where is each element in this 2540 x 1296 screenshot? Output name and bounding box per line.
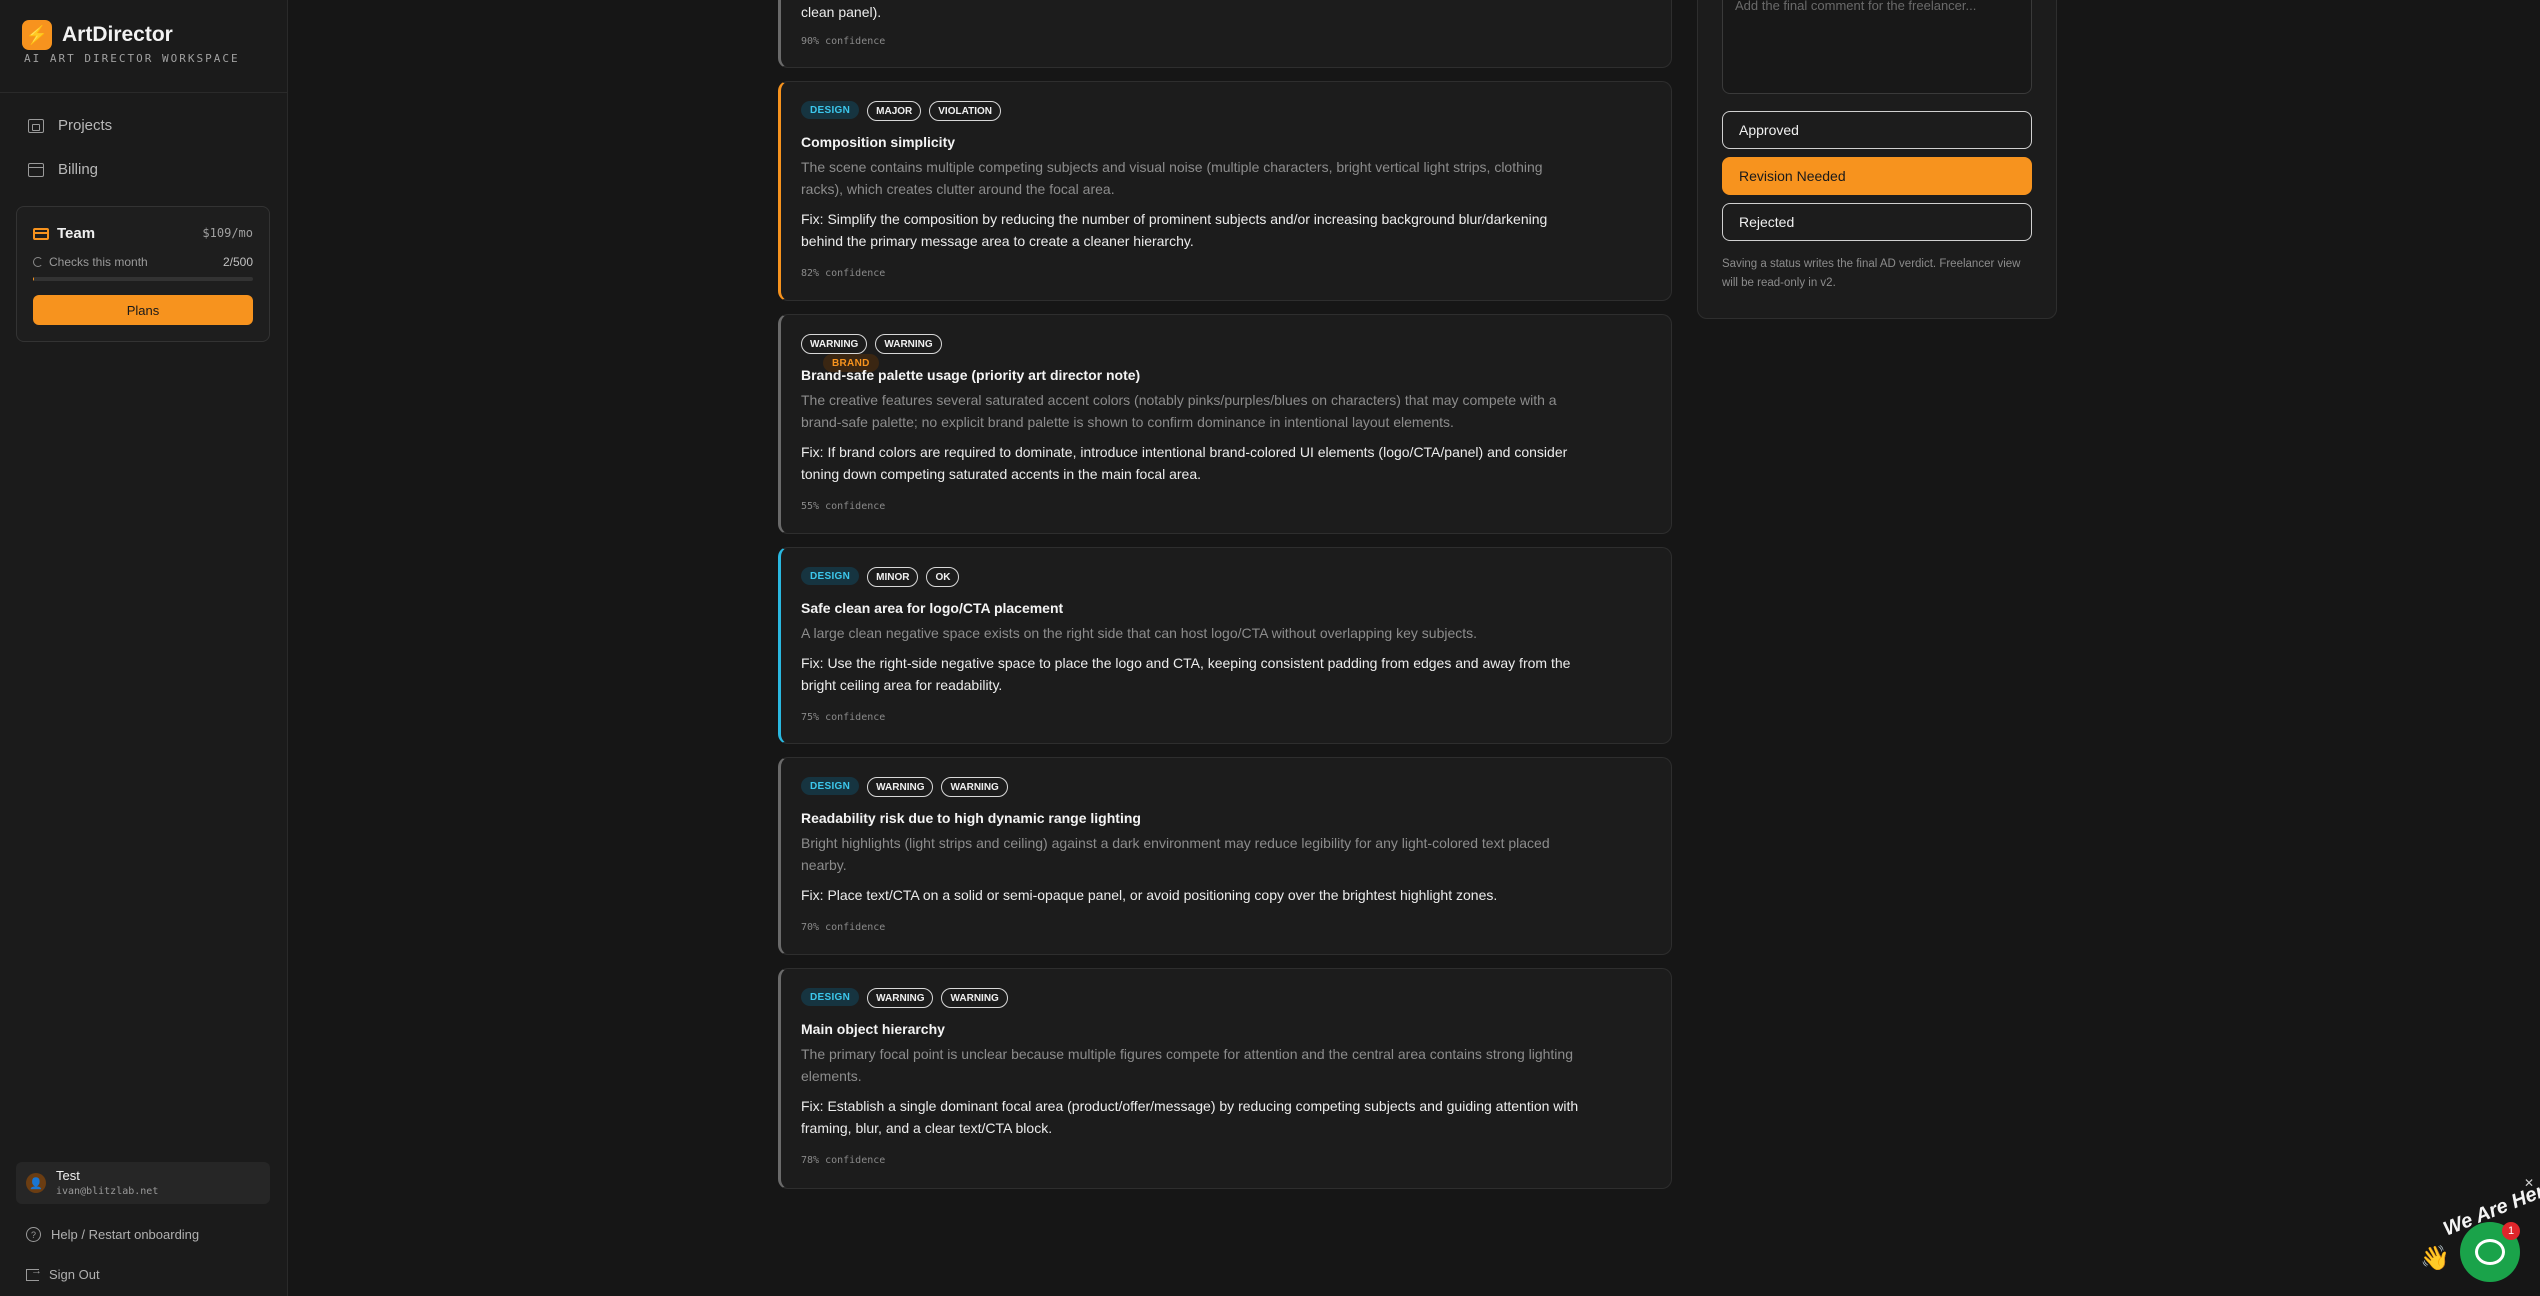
usage-progress-bar — [33, 277, 253, 281]
severity-tag: WARNING — [867, 988, 934, 1008]
issue-fix: Fix: Place text/CTA on a solid or semi-o… — [801, 887, 1498, 903]
issue-fix: Fix: If brand colors are required to dom… — [801, 444, 1568, 482]
issue-tags: DESIGN WARNING WARNING — [801, 777, 1008, 797]
issue-tags: DESIGN WARNING WARNING — [801, 988, 1008, 1008]
issue-title: Main object hierarchy — [801, 1021, 945, 1037]
issue-confidence: 82% confidence — [801, 268, 886, 279]
sidebar-divider — [0, 92, 288, 93]
brand[interactable]: ⚡ ArtDirector — [22, 20, 173, 50]
folder-icon — [28, 118, 44, 133]
user-email: ivan@blitzlab.net — [56, 1186, 159, 1197]
severity-tag: WARNING — [801, 334, 868, 354]
credit-card-icon — [33, 227, 49, 240]
issue-card: DESIGN MINOR OK Safe clean area for logo… — [778, 547, 1672, 744]
usage-progress-fill — [33, 277, 34, 281]
plan-header: Team — [33, 225, 95, 242]
checks-label: Checks this month — [49, 255, 148, 269]
user-avatar-icon: 👤 — [26, 1173, 46, 1193]
issue-title: Composition simplicity — [801, 134, 956, 150]
rejected-button[interactable]: Rejected — [1722, 203, 2032, 241]
issue-description: Bright highlights (light strips and ceil… — [801, 835, 1550, 873]
verdict-panel: Add the final comment for the freelancer… — [1697, 0, 2057, 319]
card-icon — [28, 162, 44, 177]
severity-tag: MINOR — [867, 567, 919, 587]
issue-tags: BRAND WARNING WARNING — [801, 334, 942, 372]
issue-card: DESIGN WARNING WARNING Main object hiera… — [778, 968, 1672, 1189]
issue-tags: DESIGN MINOR OK — [801, 567, 960, 587]
sidebar-item-label: Projects — [58, 117, 113, 134]
issue-card: DESIGN MAJOR VIOLATION Composition simpl… — [778, 81, 1672, 301]
usage-spinner-icon — [33, 257, 43, 267]
final-comment-placeholder: Add the final comment for the freelancer… — [1735, 0, 1977, 13]
issue-description: A large clean negative space exists on t… — [801, 625, 1478, 641]
chat-bubble-icon — [2475, 1239, 2505, 1265]
sign-out-label: Sign Out — [49, 1267, 100, 1282]
lightning-logo-icon: ⚡ — [22, 20, 52, 50]
sign-out-icon — [26, 1265, 42, 1281]
sidebar-item-billing[interactable]: Billing — [28, 161, 98, 178]
approved-button[interactable]: Approved — [1722, 111, 2032, 149]
issue-fix: Fix: Use the right-side negative space t… — [801, 655, 1571, 693]
user-card[interactable]: 👤 Test ivan@blitzlab.net — [16, 1162, 270, 1204]
plan-name: Team — [57, 225, 96, 242]
status-tag: OK — [926, 567, 960, 587]
issue-description: The scene contains multiple competing su… — [801, 159, 1543, 197]
issue-confidence: 55% confidence — [801, 501, 886, 512]
help-link[interactable]: ? Help / Restart onboarding — [26, 1227, 199, 1242]
category-tag: DESIGN — [801, 567, 860, 585]
issue-card: BRAND WARNING WARNING Brand-safe palette… — [778, 314, 1672, 534]
issue-fix: Fix: Establish a single dominant focal a… — [801, 1098, 1579, 1136]
category-tag: DESIGN — [801, 777, 860, 795]
status-tag: WARNING — [875, 334, 942, 354]
severity-tag: MAJOR — [867, 101, 922, 121]
help-label: Help / Restart onboarding — [51, 1227, 200, 1242]
sidebar-item-label: Billing — [58, 161, 99, 178]
help-circle-icon: ? — [26, 1227, 41, 1242]
severity-tag: WARNING — [867, 777, 934, 797]
category-tag: DESIGN — [801, 988, 860, 1006]
checks-count: 2/500 — [222, 255, 253, 269]
issue-tags: DESIGN MAJOR VIOLATION — [801, 101, 1001, 121]
issue-confidence: 70% confidence — [801, 922, 886, 933]
issue-title: Safe clean area for logo/CTA placement — [801, 600, 1064, 616]
checks-label-row: Checks this month — [33, 255, 148, 269]
verdict-note: Saving a status writes the final AD verd… — [1722, 258, 2021, 289]
chat-unread-badge: 1 — [2502, 1222, 2520, 1240]
issue-description: The creative features several saturated … — [801, 392, 1557, 430]
status-tag: WARNING — [941, 988, 1008, 1008]
status-tag: VIOLATION — [929, 101, 1001, 121]
plan-card: Team $109/mo Checks this month 2/500 Pla… — [16, 206, 270, 342]
issue-card-previous: clean panel). 90% confidence — [778, 0, 1672, 68]
sidebar-item-projects[interactable]: Projects — [28, 117, 112, 134]
issue-fix: Fix: Simplify the composition by reducin… — [801, 211, 1548, 249]
issue-title: Readability risk due to high dynamic ran… — [801, 810, 1141, 826]
status-tag: WARNING — [941, 777, 1008, 797]
brand-name: ArtDirector — [62, 23, 173, 46]
plan-price: $109/mo — [202, 226, 253, 240]
final-comment-input[interactable]: Add the final comment for the freelancer… — [1722, 0, 2032, 94]
issue-title: Brand-safe palette usage (priority art d… — [801, 367, 1141, 383]
issue-confidence: 78% confidence — [801, 1155, 886, 1166]
waving-hand-icon: 👋 — [2420, 1245, 2450, 1272]
brand-subtitle: AI ART DIRECTOR WORKSPACE — [24, 52, 240, 65]
issue-card: DESIGN WARNING WARNING Readability risk … — [778, 757, 1672, 955]
category-tag: DESIGN — [801, 101, 860, 119]
revision-needed-button[interactable]: Revision Needed — [1722, 157, 2032, 195]
user-name: Test — [56, 1168, 80, 1183]
issue-confidence: 75% confidence — [801, 712, 886, 723]
plans-button[interactable]: Plans — [33, 295, 253, 325]
chat-close-icon[interactable]: ✕ — [2524, 1176, 2534, 1190]
sign-out-link[interactable]: Sign Out — [26, 1265, 100, 1282]
issue-description: The primary focal point is unclear becau… — [801, 1046, 1573, 1084]
issue-confidence: 90% confidence — [801, 36, 886, 47]
issue-fix-tail: clean panel). — [801, 4, 882, 20]
sidebar: ⚡ ArtDirector AI ART DIRECTOR WORKSPACE … — [0, 0, 288, 1296]
